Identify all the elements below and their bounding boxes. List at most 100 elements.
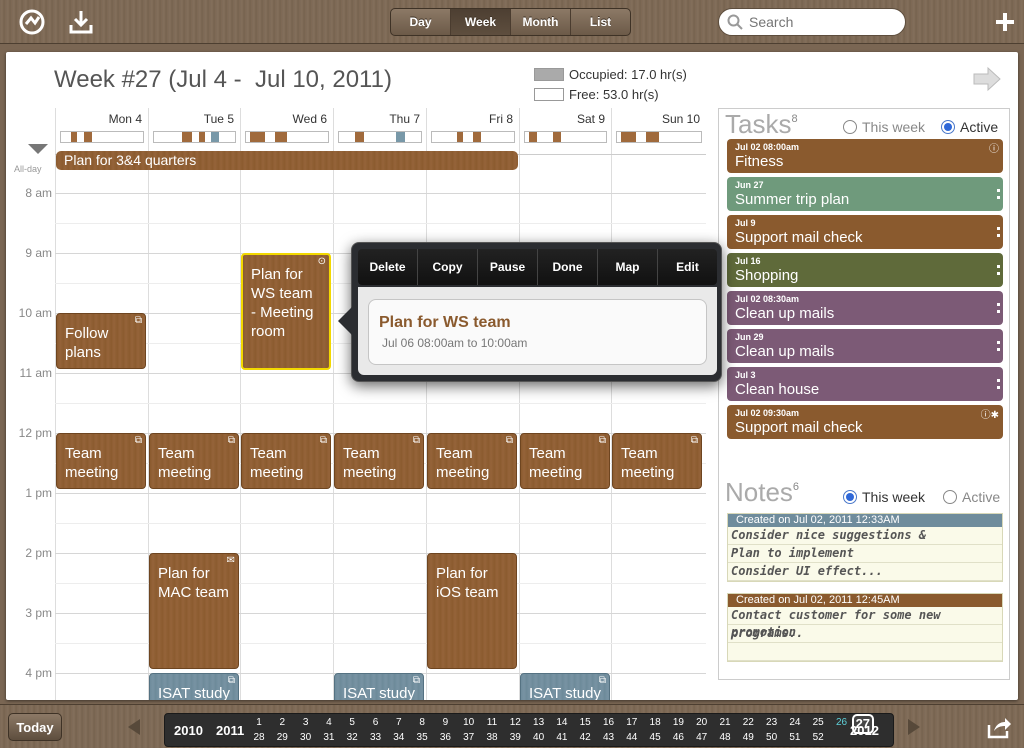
week-number[interactable]: 12 <box>504 717 526 728</box>
drag-handle-icon[interactable] <box>997 341 1000 351</box>
week-number[interactable]: 34 <box>388 732 410 743</box>
week-number[interactable]: 51 <box>784 732 806 743</box>
week-number[interactable]: 46 <box>667 732 689 743</box>
note-card[interactable]: Created on Jul 02, 2011 12:33AM Consider… <box>727 513 1003 582</box>
task-item[interactable]: Jun 27 Summer trip plan <box>727 177 1003 211</box>
week-number[interactable]: 9 <box>434 717 456 728</box>
week-number[interactable]: 25 <box>807 717 829 728</box>
task-item[interactable]: Jul 3 Clean house <box>727 367 1003 401</box>
drag-handle-icon[interactable] <box>997 189 1000 199</box>
event-plan-ws-team[interactable]: Plan for WS team - Meeting room ⊙ <box>241 253 331 370</box>
week-number[interactable]: 16 <box>598 717 620 728</box>
week-number[interactable]: 37 <box>458 732 480 743</box>
day-header-3[interactable]: Thu 7 <box>333 108 426 154</box>
week-number[interactable]: 41 <box>551 732 573 743</box>
drag-handle-icon[interactable] <box>997 379 1000 389</box>
drag-handle-icon[interactable] <box>997 265 1000 275</box>
today-button[interactable]: Today <box>8 713 62 741</box>
year-2011[interactable]: 2011 <box>216 723 244 738</box>
view-list-button[interactable]: List <box>571 9 630 35</box>
notes-filter-active[interactable]: Active <box>943 489 1000 505</box>
sync-icon[interactable] <box>17 7 47 37</box>
view-week-button[interactable]: Week <box>451 9 511 35</box>
event-team-meeting-mon[interactable]: Team meeting ⧉ <box>56 433 146 489</box>
event-follow-plans[interactable]: Follow plans ⧉ <box>56 313 146 369</box>
add-icon[interactable] <box>990 7 1020 37</box>
task-item[interactable]: Jul 16 Shopping <box>727 253 1003 287</box>
task-item[interactable]: Jul 02 08:00am Fitness ⓘ <box>727 139 1003 173</box>
week-number[interactable]: 23 <box>761 717 783 728</box>
event-team-meeting-tue[interactable]: Team meeting ⧉ <box>149 433 239 489</box>
share-icon[interactable] <box>986 717 1012 739</box>
week-number[interactable]: 24 <box>784 717 806 728</box>
allday-event[interactable]: Plan for 3&4 quarters <box>56 151 518 170</box>
task-item[interactable]: Jun 29 Clean up mails <box>727 329 1003 363</box>
forward-icon[interactable] <box>972 66 1002 92</box>
week-timeline[interactable]: 2010 2011 1 2 3 4 5 6 7 8 9 10 11 12 13 14 15 16 17 18 19 2… <box>164 713 894 747</box>
day-header-6[interactable]: Sun 10 <box>611 108 706 154</box>
pause-button[interactable]: Pause <box>478 249 538 285</box>
day-header-1[interactable]: Tue 5 <box>148 108 240 154</box>
map-button[interactable]: Map <box>598 249 658 285</box>
week-number[interactable]: 45 <box>644 732 666 743</box>
note-card[interactable]: Created on Jul 02, 2011 12:45AM Contact … <box>727 593 1003 662</box>
popover-event-card[interactable]: Plan for WS team Jul 06 08:00am to 10:00… <box>368 299 707 365</box>
week-number[interactable]: 47 <box>691 732 713 743</box>
week-number[interactable]: 33 <box>365 732 387 743</box>
event-plan-ios-team[interactable]: Plan for iOS team <box>427 553 517 669</box>
week-number[interactable]: 20 <box>691 717 713 728</box>
drag-handle-icon[interactable] <box>997 227 1000 237</box>
event-isat-sat[interactable]: ISAT study cl...⧉ <box>520 673 610 700</box>
week-number[interactable]: 42 <box>574 732 596 743</box>
week-number[interactable]: 40 <box>528 732 550 743</box>
event-team-meeting-fri[interactable]: Team meeting ⧉ <box>427 433 517 489</box>
week-number[interactable]: 10 <box>458 717 480 728</box>
event-plan-mac-team[interactable]: Plan for MAC team ✉ <box>149 553 239 669</box>
week-number[interactable]: 3 <box>295 717 317 728</box>
week-number[interactable]: 8 <box>411 717 433 728</box>
view-day-button[interactable]: Day <box>391 9 451 35</box>
week-number[interactable]: 30 <box>295 732 317 743</box>
next-arrow-icon[interactable] <box>908 719 920 735</box>
week-number[interactable]: 11 <box>481 717 503 728</box>
week-number[interactable]: 44 <box>621 732 643 743</box>
day-header-4[interactable]: Fri 8 <box>426 108 519 154</box>
event-isat-thu[interactable]: ISAT study cl...⧉ <box>334 673 424 700</box>
week-number[interactable]: 6 <box>365 717 387 728</box>
week-number[interactable]: 18 <box>644 717 666 728</box>
day-header-2[interactable]: Wed 6 <box>240 108 333 154</box>
week-number[interactable]: 29 <box>271 732 293 743</box>
week-number[interactable]: 38 <box>481 732 503 743</box>
week-number[interactable]: 31 <box>318 732 340 743</box>
week-number[interactable]: 1 <box>248 717 270 728</box>
week-number[interactable]: 52 <box>807 732 829 743</box>
week-number[interactable]: 2 <box>271 717 293 728</box>
year-2012[interactable]: 2012 <box>850 723 879 738</box>
week-number[interactable]: 35 <box>411 732 433 743</box>
week-number[interactable]: 28 <box>248 732 270 743</box>
week-number[interactable]: 5 <box>341 717 363 728</box>
drag-handle-icon[interactable] <box>997 303 1000 313</box>
week-number[interactable]: 48 <box>714 732 736 743</box>
event-team-meeting-wed[interactable]: Team meeting ⧉ <box>241 433 331 489</box>
week-number[interactable]: 39 <box>504 732 526 743</box>
edit-button[interactable]: Edit <box>658 249 717 285</box>
tasks-filter-this-week[interactable]: This week <box>843 119 925 135</box>
event-isat-tue[interactable]: ISAT study cl...⧉ <box>149 673 239 700</box>
view-month-button[interactable]: Month <box>511 9 571 35</box>
year-2010[interactable]: 2010 <box>174 723 203 738</box>
week-number[interactable]: 13 <box>528 717 550 728</box>
day-header-5[interactable]: Sat 9 <box>519 108 611 154</box>
task-item[interactable]: Jul 02 09:30am Support mail check ⓘ✱ <box>727 405 1003 439</box>
task-item[interactable]: Jul 9 Support mail check <box>727 215 1003 249</box>
week-number[interactable]: 19 <box>667 717 689 728</box>
tasks-filter-active[interactable]: Active <box>941 119 998 135</box>
day-header-0[interactable]: Mon 4 <box>55 108 148 154</box>
week-number[interactable]: 17 <box>621 717 643 728</box>
event-team-meeting-thu[interactable]: Team meeting ⧉ <box>334 433 424 489</box>
week-number[interactable]: 49 <box>737 732 759 743</box>
done-button[interactable]: Done <box>538 249 598 285</box>
week-number[interactable]: 32 <box>341 732 363 743</box>
collapse-allday-icon[interactable] <box>28 144 48 154</box>
notes-filter-this-week[interactable]: This week <box>843 489 925 505</box>
